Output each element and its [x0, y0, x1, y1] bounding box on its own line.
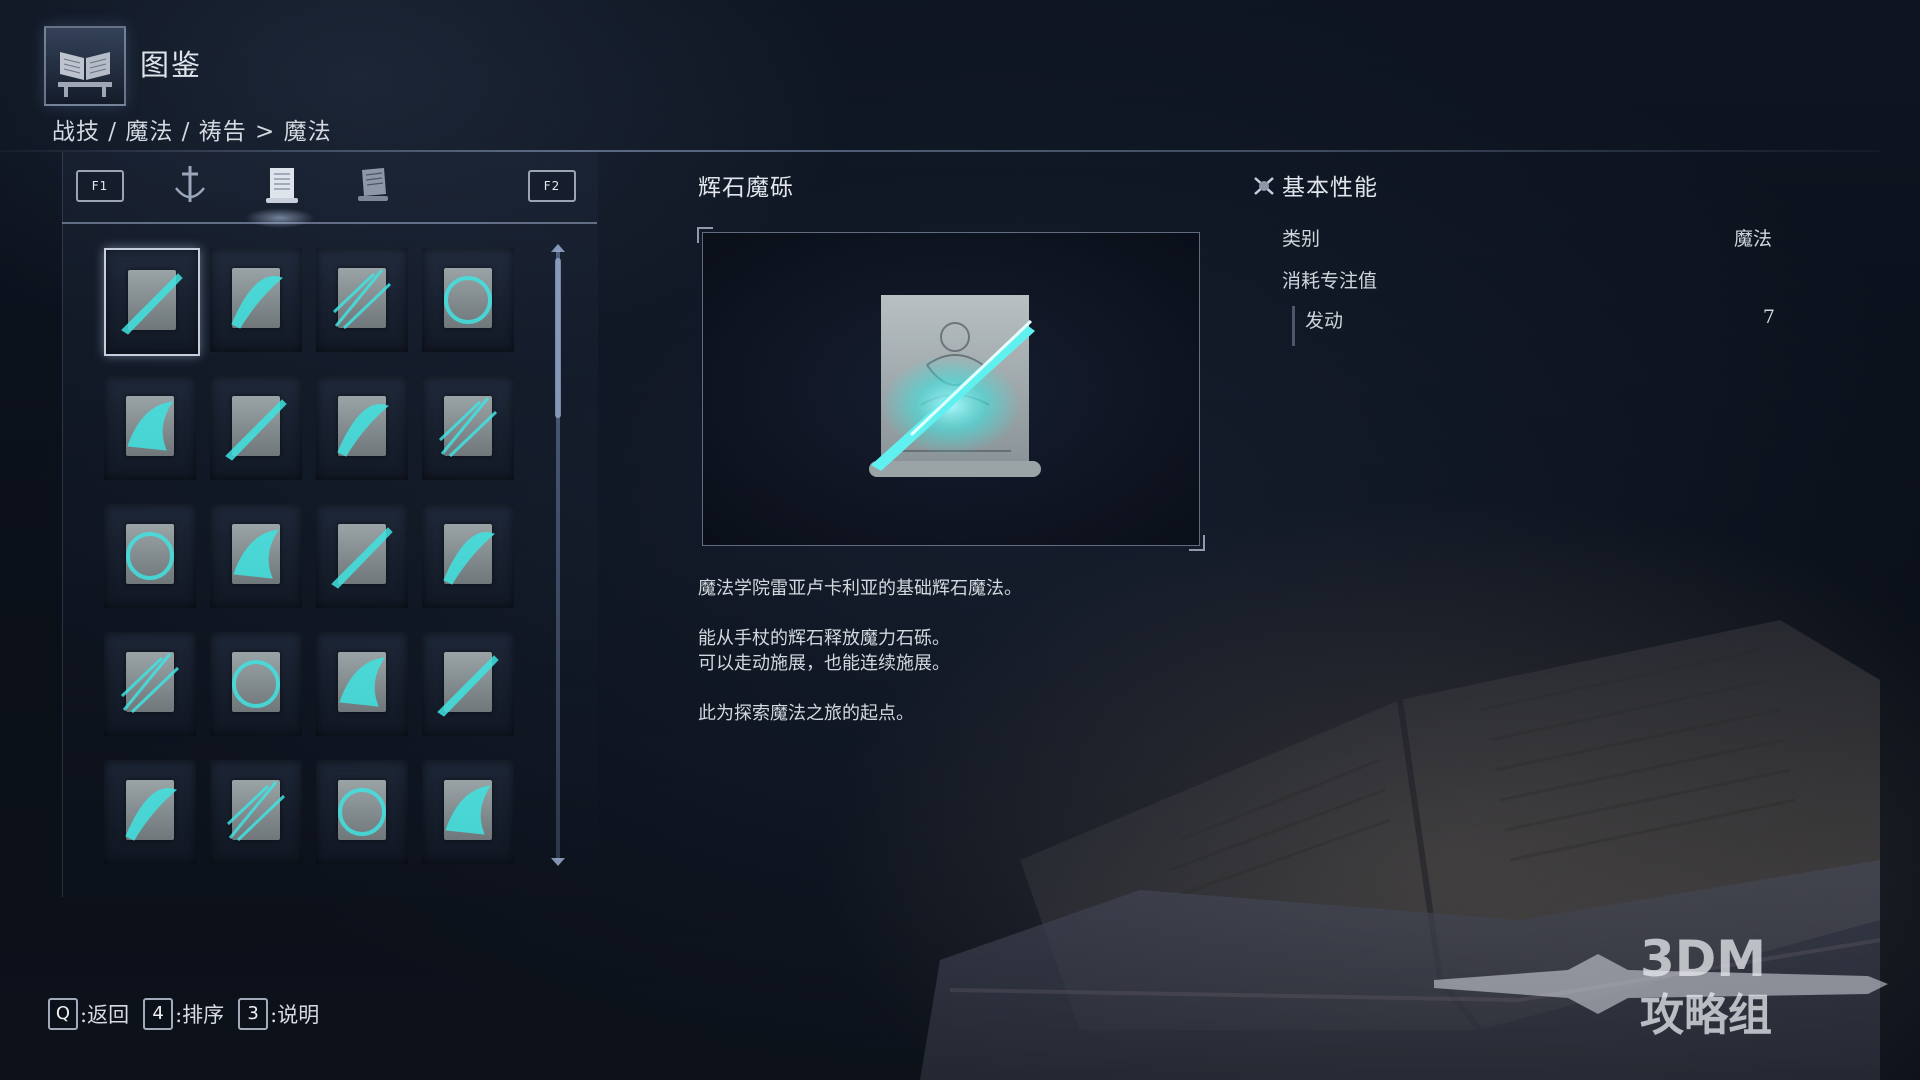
spell-effect-icon	[225, 399, 287, 461]
spell-effect-icon	[332, 269, 392, 330]
list-scrollbar-thumb[interactable]	[555, 258, 561, 418]
watermark-text-group: 攻略组	[1640, 990, 1772, 1041]
stats-section-title: 基本性能	[1282, 175, 1378, 201]
spell-slot[interactable]	[210, 504, 302, 608]
codex-book-icon	[44, 26, 126, 106]
spell-effect-icon	[125, 788, 177, 841]
spell-description: 魔法学院雷亚卢卡利亚的基础辉石魔法。 能从手杖的辉石释放魔力石砾。 可以走动施展…	[698, 576, 1218, 751]
tab-sorceries[interactable]	[258, 162, 306, 210]
spell-slot[interactable]	[316, 376, 408, 480]
spell-effect-icon	[339, 657, 386, 707]
spell-effect-icon	[231, 276, 283, 329]
spell-slot[interactable]	[316, 760, 408, 864]
spell-slot[interactable]	[422, 504, 514, 608]
prev-tab-key[interactable]: F1	[76, 170, 124, 202]
back-label: :返回	[80, 1003, 130, 1027]
spell-slot[interactable]	[422, 248, 514, 352]
stat-value: 7	[1762, 306, 1775, 328]
spell-effect-icon	[233, 529, 280, 579]
spell-effect-icon	[437, 655, 499, 717]
spell-slot[interactable]	[422, 376, 514, 480]
spell-slot[interactable]	[316, 248, 408, 352]
sort-key[interactable]: 4	[143, 998, 174, 1030]
spell-slot[interactable]	[210, 760, 302, 864]
spell-slot[interactable]	[316, 504, 408, 608]
info-key[interactable]: 3	[238, 998, 269, 1030]
watermark-text-3dm: 3DM	[1640, 930, 1766, 988]
scroll-up-arrow-icon[interactable]	[551, 244, 565, 252]
sorcery-scroll-icon	[266, 168, 298, 203]
spell-effect-icon	[444, 276, 492, 324]
spell-effect-icon	[226, 781, 286, 842]
scroll-down-arrow-icon[interactable]	[551, 858, 565, 866]
page-title: 图鉴	[140, 48, 203, 82]
description-line: 能从手杖的辉石释放魔力石砾。	[698, 628, 950, 649]
active-tab-indicator	[245, 208, 315, 228]
spell-slot[interactable]	[316, 632, 408, 736]
spell-effect-icon	[337, 404, 389, 457]
info-label: :说明	[270, 1003, 320, 1027]
spell-effect-icon	[121, 273, 183, 335]
stat-value: 魔法	[1733, 228, 1772, 250]
spell-slot[interactable]	[104, 376, 196, 480]
spell-slot[interactable]	[210, 248, 302, 352]
spell-effect-icon	[232, 660, 280, 708]
tab-incantations[interactable]	[348, 162, 396, 210]
sword-ash-of-war-icon	[175, 166, 205, 202]
category-tab-bar	[62, 152, 597, 224]
stat-category: 类别 魔法	[1282, 224, 1772, 251]
spell-effect-icon	[126, 532, 174, 580]
spell-name: 辉石魔砾	[698, 175, 794, 201]
description-line: 此为探索魔法之旅的起点。	[698, 703, 914, 724]
spell-effect-icon	[120, 653, 180, 714]
spell-slot[interactable]	[422, 632, 514, 736]
stats-crest-icon	[1254, 177, 1274, 195]
incantation-seal-icon	[358, 168, 388, 201]
sort-label: :排序	[175, 1003, 225, 1027]
spell-slot[interactable]	[422, 760, 514, 864]
description-line: 魔法学院雷亚卢卡利亚的基础辉石魔法。	[698, 578, 1022, 599]
stat-fp-cost: 消耗专注值	[1282, 266, 1772, 293]
spell-slot[interactable]	[210, 632, 302, 736]
spell-slot[interactable]	[104, 760, 196, 864]
spell-slot[interactable]	[104, 504, 196, 608]
spell-effect-icon	[127, 401, 174, 451]
glintstone-pebble-scroll-image	[869, 295, 1041, 477]
stat-label: 类别	[1282, 228, 1321, 250]
next-tab-key[interactable]: F2	[528, 170, 576, 202]
tab-ash-of-war[interactable]	[166, 162, 214, 210]
spell-slot[interactable]	[104, 248, 200, 356]
description-line: 可以走动施展，也能连续施展。	[698, 653, 950, 674]
spell-slot[interactable]	[210, 376, 302, 480]
stat-label: 消耗专注值	[1282, 270, 1378, 292]
codex-screen: 图鉴 战技 / 魔法 / 祷告 > 魔法 F1 F2 辉石魔砾 魔法学院雷亚卢卡…	[0, 0, 1920, 1080]
stat-label: 发动	[1305, 310, 1344, 332]
breadcrumb: 战技 / 魔法 / 祷告 > 魔法	[52, 119, 332, 145]
3dm-watermark-logo: 3DM 攻略组	[1434, 930, 1888, 1041]
spell-effect-icon	[445, 785, 492, 835]
spell-preview-frame	[697, 227, 1205, 551]
spell-effect-icon	[443, 532, 495, 585]
spell-slot[interactable]	[104, 632, 196, 736]
back-key[interactable]: Q	[48, 998, 78, 1030]
spell-effect-icon	[438, 397, 498, 458]
stat-cast-cost: 发动 7	[1292, 306, 1777, 346]
button-prompts: Q :返回 4 :排序 3 :说明	[48, 998, 333, 1030]
spell-effect-icon	[331, 527, 393, 589]
spell-effect-icon	[338, 788, 386, 836]
